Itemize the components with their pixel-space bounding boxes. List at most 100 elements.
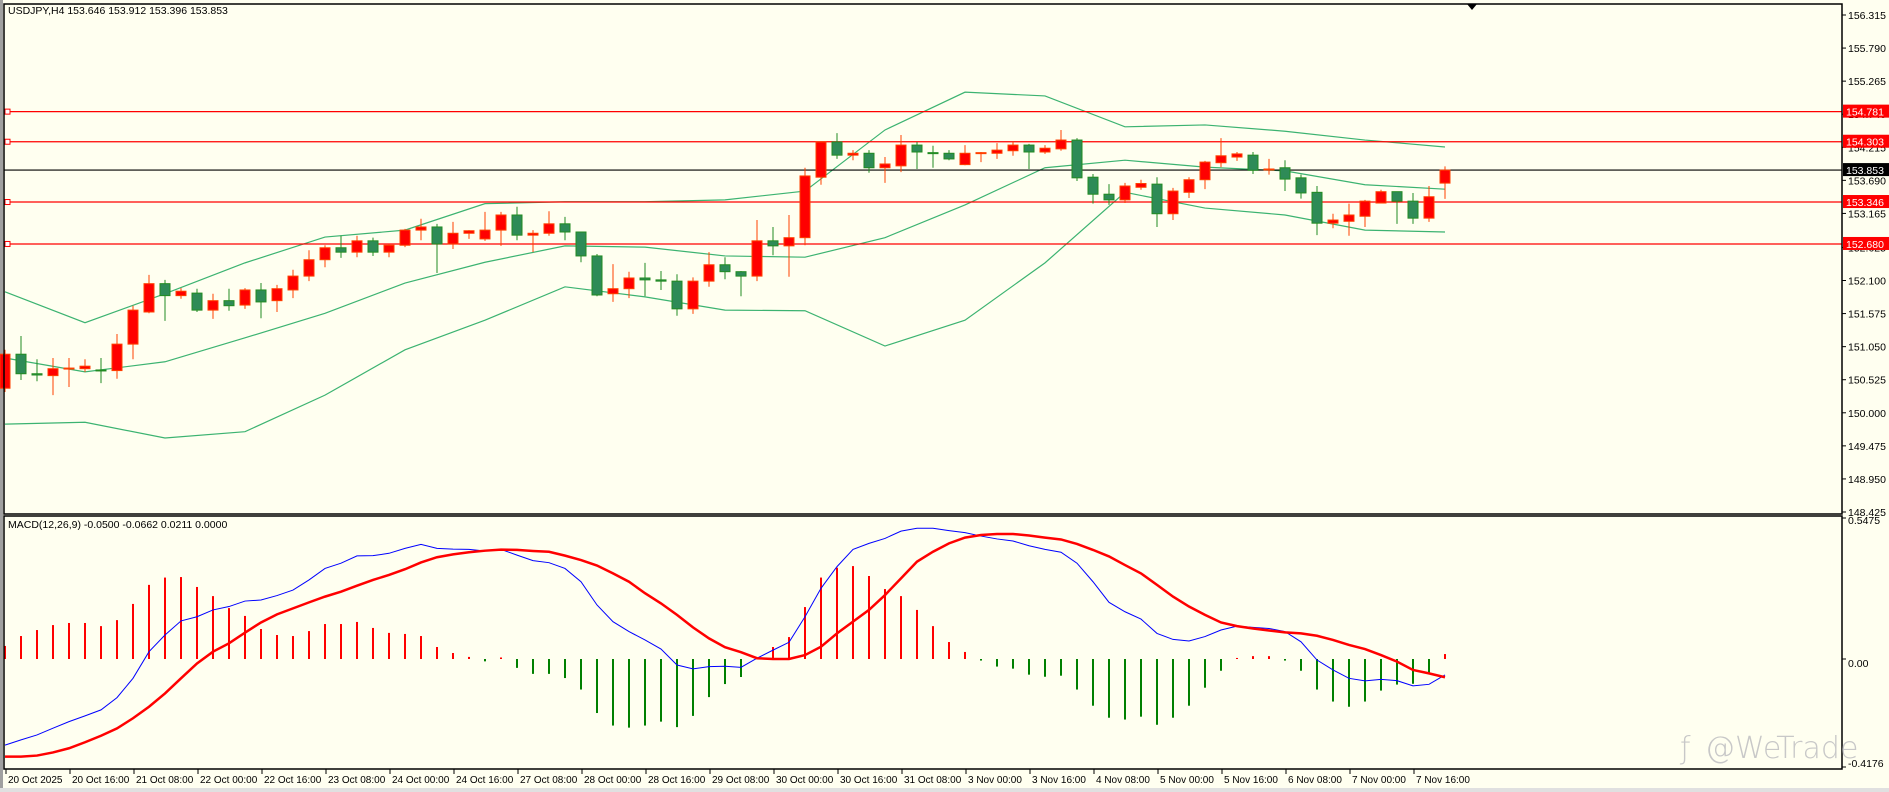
price-axis-label: 156.315 xyxy=(1848,10,1886,22)
candle-body xyxy=(543,223,555,234)
wetrade-logo-icon: ƒ xyxy=(1679,731,1691,766)
candle-body xyxy=(303,259,315,277)
price-axis-label: 149.475 xyxy=(1848,441,1886,453)
candle-body xyxy=(191,292,203,311)
time-axis-label: 30 Oct 16:00 xyxy=(840,775,898,786)
candle-body xyxy=(367,240,379,253)
candle-body xyxy=(63,367,75,370)
candle-body xyxy=(655,279,667,282)
level-price-label: 153.346 xyxy=(1846,197,1884,209)
candle-body xyxy=(575,231,587,257)
candle-body xyxy=(111,343,123,372)
candle-body xyxy=(959,152,971,166)
candle-body xyxy=(495,214,507,231)
candle-body xyxy=(735,271,747,277)
candle[interactable] xyxy=(687,277,699,314)
candle-body xyxy=(527,232,539,236)
time-axis-label: 6 Nov 08:00 xyxy=(1288,775,1342,786)
candle-body xyxy=(639,277,651,281)
price-axis-label: 155.790 xyxy=(1848,43,1886,55)
candle-body xyxy=(1087,176,1099,195)
candle-body xyxy=(975,152,987,155)
candle-body xyxy=(927,152,939,155)
price-axis-label: 150.000 xyxy=(1848,408,1886,420)
candle-body xyxy=(1327,219,1339,224)
candle[interactable] xyxy=(1119,182,1131,204)
candle-body xyxy=(1263,168,1275,171)
candle[interactable] xyxy=(1247,152,1259,175)
candle[interactable] xyxy=(591,254,603,297)
candle-body xyxy=(383,244,395,253)
candle-body xyxy=(1375,191,1387,204)
time-axis-label: 7 Nov 00:00 xyxy=(1352,775,1406,786)
candle-body xyxy=(447,232,459,245)
candle-body xyxy=(783,237,795,247)
candle[interactable] xyxy=(399,228,411,248)
candle-body xyxy=(1279,167,1291,180)
candle-body xyxy=(1423,196,1435,219)
candle-body xyxy=(991,149,1003,154)
time-axis-label: 28 Oct 00:00 xyxy=(584,775,642,786)
candle-body xyxy=(255,289,267,303)
candle-body xyxy=(607,288,619,295)
candle-body xyxy=(879,163,891,169)
candle-body xyxy=(351,240,363,253)
time-axis-label: 31 Oct 08:00 xyxy=(904,775,962,786)
chart-background xyxy=(0,0,1889,792)
level-anchor-handle[interactable] xyxy=(4,240,11,247)
candle-body xyxy=(239,289,251,306)
candle-body xyxy=(911,144,923,153)
candle[interactable] xyxy=(0,349,11,393)
candle-body xyxy=(1231,153,1243,158)
level-price-label: 154.303 xyxy=(1846,137,1884,149)
macd-header: MACD(12,26,9) -0.0500 -0.0662 0.0211 0.0… xyxy=(8,519,227,531)
watermark-text: @WeTrade xyxy=(1705,731,1858,766)
candle-body xyxy=(831,141,843,156)
level-price-label: 153.853 xyxy=(1846,165,1884,177)
candle-body xyxy=(319,247,331,261)
level-anchor-handle[interactable] xyxy=(4,199,11,206)
time-axis-label: 5 Nov 16:00 xyxy=(1224,775,1278,786)
candle-body xyxy=(623,277,635,290)
time-axis-label: 7 Nov 16:00 xyxy=(1416,775,1470,786)
price-axis-label: 150.525 xyxy=(1848,375,1886,387)
candle-body xyxy=(559,223,571,233)
candle-body xyxy=(415,226,427,231)
candle[interactable] xyxy=(1375,189,1387,204)
candle-body xyxy=(751,240,763,277)
candle-body xyxy=(1199,161,1211,181)
candle-body xyxy=(1439,169,1451,184)
candle-body xyxy=(1215,155,1227,164)
price-axis-label: 151.050 xyxy=(1848,342,1886,354)
candle-body xyxy=(287,275,299,291)
price-axis-label: 148.950 xyxy=(1848,474,1886,486)
price-axis-label: 153.690 xyxy=(1848,175,1886,187)
candle-body xyxy=(31,373,43,376)
candle-body xyxy=(1407,200,1419,219)
candle[interactable] xyxy=(799,167,811,246)
time-axis-label: 24 Oct 00:00 xyxy=(392,775,450,786)
candle-body xyxy=(863,152,875,169)
candle-body xyxy=(799,175,811,239)
candle-body xyxy=(47,368,59,377)
candle-body xyxy=(271,288,283,302)
level-anchor-handle[interactable] xyxy=(4,108,11,115)
price-axis-label: 155.265 xyxy=(1848,76,1886,88)
time-axis-label: 30 Oct 00:00 xyxy=(776,775,834,786)
chart-window[interactable]: 156.315155.790155.265154.740154.215153.6… xyxy=(0,0,1889,792)
time-axis-label: 23 Oct 08:00 xyxy=(328,775,386,786)
candle-body xyxy=(671,280,683,310)
candle[interactable] xyxy=(1071,138,1083,181)
price-axis-label: 152.100 xyxy=(1848,276,1886,288)
candle-body xyxy=(159,283,171,297)
time-axis-label: 4 Nov 08:00 xyxy=(1096,775,1150,786)
candle-body xyxy=(719,264,731,273)
candle-body xyxy=(127,309,139,345)
time-axis-label: 24 Oct 16:00 xyxy=(456,775,514,786)
time-axis-label: 28 Oct 16:00 xyxy=(648,775,706,786)
level-anchor-handle[interactable] xyxy=(4,138,11,145)
price-axis-label: 151.575 xyxy=(1848,309,1886,321)
candle-body xyxy=(1247,154,1259,171)
candle-body xyxy=(1103,193,1115,201)
window-bottom-frame xyxy=(0,788,1889,792)
